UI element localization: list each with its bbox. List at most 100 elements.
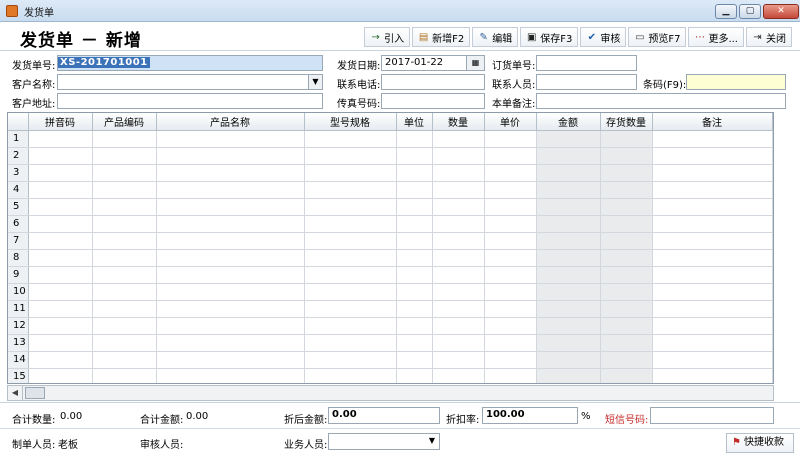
grid-cell[interactable] [484,317,537,335]
grid-cell[interactable] [432,181,485,199]
grid-cell[interactable] [156,215,305,233]
discount-rate-field[interactable]: 100.00 [482,407,578,424]
column-header[interactable]: 金额 [536,113,601,131]
grid-cell[interactable] [92,317,157,335]
grid-cell[interactable] [304,334,397,352]
table-row[interactable]: 14 [8,351,773,369]
grid-cell[interactable] [28,130,93,148]
grid-cell[interactable] [304,147,397,165]
grid-cell[interactable] [156,351,305,369]
grid-cell[interactable] [396,317,433,335]
grid-cell[interactable] [304,198,397,216]
grid-cell[interactable] [432,368,485,383]
grid-cell[interactable] [304,300,397,318]
grid-cell[interactable] [484,181,537,199]
grid-cell[interactable] [652,130,773,148]
grid-cell[interactable] [600,249,653,267]
grid-cell[interactable] [92,130,157,148]
grid-cell[interactable] [92,181,157,199]
grid-cell[interactable] [536,215,601,233]
grid-cell[interactable] [28,334,93,352]
grid-cell[interactable] [432,266,485,284]
preview-button[interactable]: ▭ 预览F7 [628,27,687,47]
grid-cell[interactable] [28,368,93,383]
grid-cell[interactable] [536,266,601,284]
grid-cell[interactable] [304,249,397,267]
grid-cell[interactable] [536,334,601,352]
salesperson-select[interactable]: ▼ [328,433,440,450]
grid-cell[interactable] [28,283,93,301]
fax-field[interactable] [381,93,485,109]
grid-cell[interactable] [28,147,93,165]
grid-cell[interactable] [432,351,485,369]
customer-field[interactable]: ▼ [57,74,323,90]
grid-cell[interactable] [432,283,485,301]
column-header[interactable]: 拼音码 [28,113,93,131]
grid-cell[interactable] [652,283,773,301]
grid-cell[interactable] [432,249,485,267]
grid-cell[interactable] [600,334,653,352]
grid-cell[interactable] [600,130,653,148]
grid-cell[interactable] [396,215,433,233]
grid-cell[interactable] [304,232,397,250]
column-header[interactable]: 单价 [484,113,537,131]
column-header[interactable]: 型号规格 [304,113,397,131]
grid-cell[interactable] [652,198,773,216]
grid-cell[interactable] [92,266,157,284]
grid-cell[interactable] [652,300,773,318]
grid-cell[interactable] [396,351,433,369]
grid-cell[interactable] [652,334,773,352]
close-window-button[interactable]: ✕ [763,4,799,19]
grid-cell[interactable] [396,147,433,165]
table-row[interactable]: 12 [8,317,773,335]
grid-cell[interactable] [28,215,93,233]
grid-cell[interactable] [432,215,485,233]
grid-cell[interactable] [484,351,537,369]
grid-cell[interactable] [652,317,773,335]
note-field[interactable] [536,93,786,109]
grid-cell[interactable] [652,368,773,383]
import-button[interactable]: → 引入 [364,27,411,47]
table-row[interactable]: 2 [8,147,773,165]
minimize-button[interactable]: ▁ [715,4,737,19]
grid-cell[interactable] [28,181,93,199]
column-header[interactable]: 单位 [396,113,433,131]
grid-cell[interactable] [28,351,93,369]
maximize-button[interactable]: ▢ [739,4,761,19]
grid-cell[interactable] [28,300,93,318]
grid-cell[interactable] [536,181,601,199]
column-header[interactable]: 产品名称 [156,113,305,131]
table-row[interactable]: 15 [8,368,773,383]
barcode-field[interactable] [686,74,786,90]
grid-cell[interactable] [92,283,157,301]
grid-cell[interactable] [484,232,537,250]
grid-cell[interactable] [92,198,157,216]
sms-field[interactable] [650,407,774,424]
grid-cell[interactable] [92,368,157,383]
grid-cell[interactable] [600,198,653,216]
grid-cell[interactable] [600,181,653,199]
grid-cell[interactable] [536,249,601,267]
grid-cell[interactable] [92,334,157,352]
table-row[interactable]: 11 [8,300,773,318]
grid-cell[interactable] [432,300,485,318]
grid-cell[interactable] [156,266,305,284]
product-grid[interactable]: 拼音码 产品编码 产品名称 型号规格 单位 数量 单价 金额 存货数量 备注 1234567891… [7,112,774,384]
table-row[interactable]: 8 [8,249,773,267]
column-header[interactable]: 产品编码 [92,113,157,131]
grid-cell[interactable] [536,368,601,383]
table-row[interactable]: 6 [8,215,773,233]
grid-cell[interactable] [536,317,601,335]
grid-cell[interactable] [484,198,537,216]
edit-button[interactable]: ✎ 编辑 [472,27,519,47]
grid-cell[interactable] [484,368,537,383]
grid-cell[interactable] [156,300,305,318]
grid-cell[interactable] [396,232,433,250]
chevron-down-icon[interactable]: ▼ [425,434,439,449]
grid-cell[interactable] [156,130,305,148]
chevron-down-icon[interactable]: ▼ [308,75,322,89]
grid-cell[interactable] [600,164,653,182]
grid-cell[interactable] [304,317,397,335]
grid-cell[interactable] [92,147,157,165]
grid-cell[interactable] [156,147,305,165]
